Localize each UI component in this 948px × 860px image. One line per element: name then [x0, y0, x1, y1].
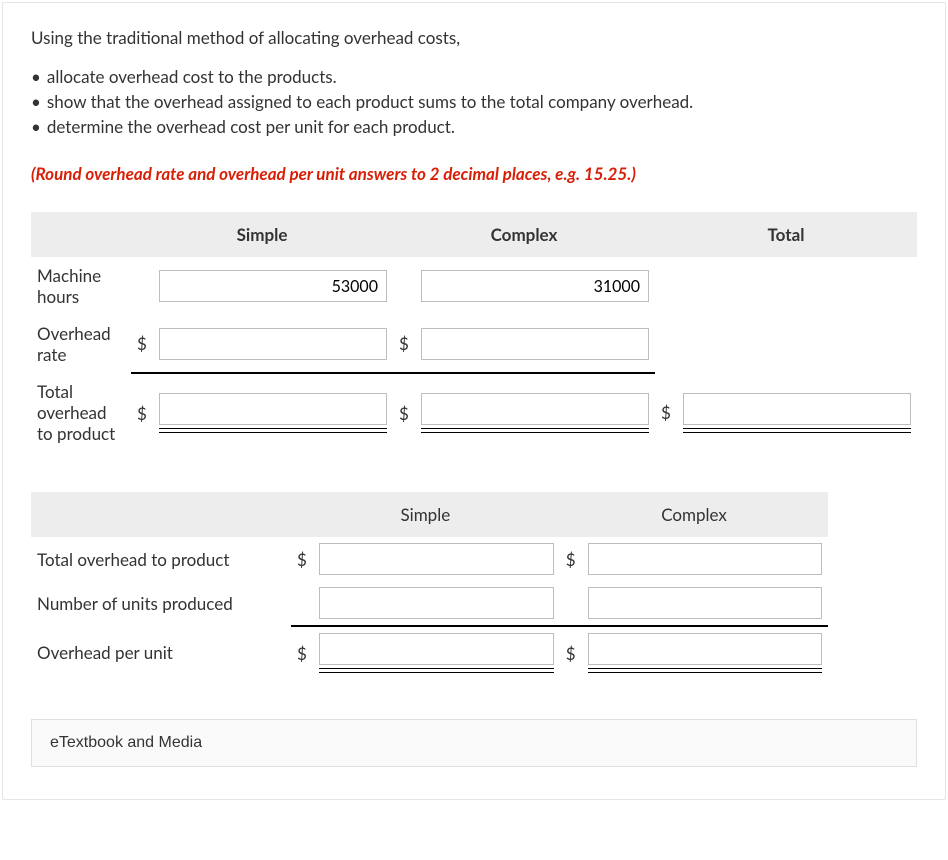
intro-text: Using the traditional method of allocati… — [31, 27, 917, 48]
header2-complex: Complex — [560, 492, 829, 537]
bullet-list: allocate overhead cost to the products. … — [31, 66, 917, 137]
header-blank — [31, 212, 131, 257]
row-label-overhead-rate: Overhead rate — [31, 315, 131, 373]
machine-hours-simple-input[interactable] — [159, 270, 387, 302]
t2-total-overhead-simple-input[interactable] — [319, 543, 554, 575]
etextbook-and-media-button[interactable]: eTextbook and Media — [31, 719, 917, 767]
row2-label-total-overhead: Total overhead to product — [31, 537, 291, 581]
total-overhead-total-input[interactable] — [683, 393, 911, 425]
currency-symbol: $ — [291, 537, 313, 581]
bullet-item: determine the overhead cost per unit for… — [31, 116, 917, 137]
machine-hours-complex-input[interactable] — [421, 270, 649, 302]
t2-total-overhead-complex-input[interactable] — [588, 543, 823, 575]
row2-label-units-produced: Number of units produced — [31, 581, 291, 626]
t2-units-simple-input[interactable] — [319, 587, 554, 619]
header2-simple: Simple — [291, 492, 560, 537]
overhead-per-unit-table: Simple Complex Total overhead to product… — [31, 492, 828, 679]
rounding-instruction: (Round overhead rate and overhead per un… — [31, 163, 917, 184]
overhead-rate-simple-input[interactable] — [159, 328, 387, 360]
overhead-allocation-table: Simple Complex Total Machine hours Overh… — [31, 212, 917, 452]
header-total: Total — [655, 212, 917, 257]
bullet-item: allocate overhead cost to the products. — [31, 66, 917, 87]
header2-blank — [31, 492, 291, 537]
currency-symbol: $ — [393, 315, 415, 373]
currency-symbol: $ — [291, 626, 313, 679]
currency-symbol: $ — [560, 537, 582, 581]
currency-symbol: $ — [393, 373, 415, 452]
header-complex: Complex — [393, 212, 655, 257]
t2-per-unit-simple-input[interactable] — [319, 633, 554, 665]
t2-per-unit-complex-input[interactable] — [588, 633, 823, 665]
currency-symbol: $ — [560, 626, 582, 679]
row-label-total-overhead: Total overhead to product — [31, 373, 131, 452]
total-overhead-complex-input[interactable] — [421, 393, 649, 425]
row2-label-overhead-per-unit: Overhead per unit — [31, 626, 291, 679]
row-label-machine-hours: Machine hours — [31, 257, 131, 315]
t2-units-complex-input[interactable] — [588, 587, 823, 619]
bullet-item: show that the overhead assigned to each … — [31, 91, 917, 112]
currency-symbol: $ — [655, 373, 677, 452]
currency-symbol: $ — [131, 373, 153, 452]
overhead-rate-complex-input[interactable] — [421, 328, 649, 360]
total-overhead-simple-input[interactable] — [159, 393, 387, 425]
header-simple: Simple — [131, 212, 393, 257]
currency-symbol: $ — [131, 315, 153, 373]
main-panel: Using the traditional method of allocati… — [2, 2, 946, 800]
